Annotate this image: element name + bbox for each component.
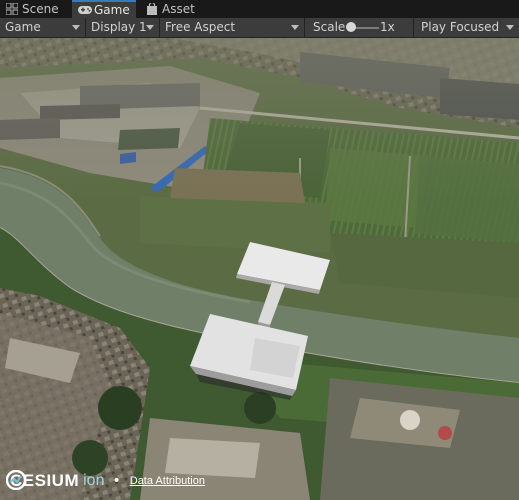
view-mode-label: Game — [5, 20, 41, 34]
gamepad-icon — [78, 6, 92, 14]
play-mode-label: Play Focused — [421, 20, 500, 34]
display-dropdown[interactable]: Display 1 — [86, 18, 160, 37]
scale-slider-handle[interactable] — [346, 22, 356, 32]
aspect-label: Free Aspect — [165, 20, 236, 34]
tab-game[interactable]: Game — [72, 0, 136, 18]
data-attribution-link[interactable]: Data Attribution — [130, 475, 205, 487]
game-viewport[interactable]: CESIUM ion • Data Attribution — [0, 38, 519, 500]
cesium-credits: CESIUM ion • Data Attribution — [6, 470, 205, 492]
tab-scene[interactable]: Scene — [0, 0, 70, 18]
bag-icon — [147, 3, 157, 15]
chevron-down-icon — [146, 25, 154, 30]
tab-game-label: Game — [94, 3, 130, 17]
editor-tab-bar: Scene Game Asset Store — [0, 0, 519, 34]
aerial-3d-scene — [0, 38, 519, 500]
chevron-down-icon — [291, 25, 299, 30]
cesium-logo-icon — [6, 470, 26, 490]
scale-label: Scale — [313, 20, 346, 34]
view-mode-dropdown[interactable]: Game — [0, 18, 86, 37]
credits-separator: • — [112, 473, 121, 489]
chevron-down-icon — [506, 25, 514, 30]
aspect-dropdown[interactable]: Free Aspect — [160, 18, 305, 37]
scale-value: 1x — [380, 20, 395, 34]
tab-asset-store[interactable]: Asset Store — [140, 0, 230, 34]
game-view-toolbar: Game Display 1 Free Aspect Scale 1x Play… — [0, 18, 519, 38]
chevron-down-icon — [72, 25, 80, 30]
play-mode-dropdown[interactable]: Play Focused — [414, 18, 519, 37]
scale-control: Scale 1x — [305, 18, 414, 37]
grid-icon — [6, 3, 18, 15]
ion-logo-text: ion — [83, 472, 105, 489]
display-label: Display 1 — [91, 20, 147, 34]
tab-scene-label: Scene — [22, 2, 59, 16]
